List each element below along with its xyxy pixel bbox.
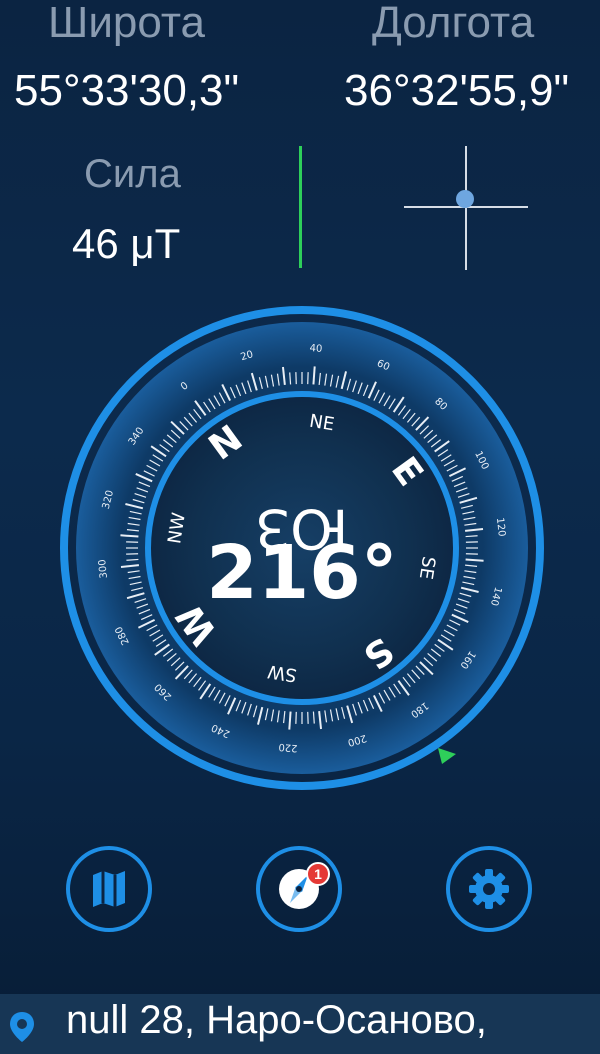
bubble-level-dot: [456, 190, 474, 208]
degree-label: 220: [278, 741, 298, 753]
location-pin-icon: [8, 1010, 36, 1044]
degree-tick: [313, 366, 314, 384]
longitude-label: Долгота: [372, 0, 534, 48]
degree-tick: [466, 536, 478, 537]
gear-icon: [467, 867, 511, 911]
field-strength-value: 46 μT: [72, 220, 180, 268]
bubble-level-vertical-axis: [465, 146, 467, 270]
address-text: null 28, Наро-Осаново,: [66, 998, 487, 1043]
degree-label: 40: [309, 343, 322, 355]
compass-dial: 0204060801001201401601802002202402602803…: [56, 302, 548, 794]
degree-tick: [120, 535, 138, 536]
heading-degrees-text: 216°: [206, 530, 397, 616]
map-button[interactable]: [66, 846, 152, 932]
longitude-value: 36°32'55,9": [344, 66, 569, 116]
degree-tick: [289, 712, 290, 730]
degree-tick: [466, 559, 484, 560]
latitude-label: Широта: [48, 0, 205, 48]
notification-badge: 1: [306, 862, 330, 886]
compass-button[interactable]: [256, 846, 342, 932]
degree-tick: [290, 372, 291, 384]
coordinates-panel: Широта 55°33'30,3" Долгота 36°32'55,9": [0, 0, 600, 130]
degree-label: 300: [97, 559, 110, 579]
latitude-value: 55°33'30,3": [14, 66, 239, 116]
cardinal-se: SE: [415, 555, 439, 581]
heading-marker-icon: [438, 748, 456, 764]
settings-button[interactable]: [446, 846, 532, 932]
degree-tick: [313, 712, 314, 724]
degree-label: 120: [494, 517, 507, 537]
map-icon: [89, 867, 129, 911]
address-bar: null 28, Наро-Осаново,: [0, 994, 600, 1054]
degree-tick: [126, 559, 138, 560]
field-strength-label: Сила: [84, 152, 181, 197]
cardinal-ne: NE: [308, 411, 336, 436]
tilt-level-indicator: [299, 146, 302, 268]
